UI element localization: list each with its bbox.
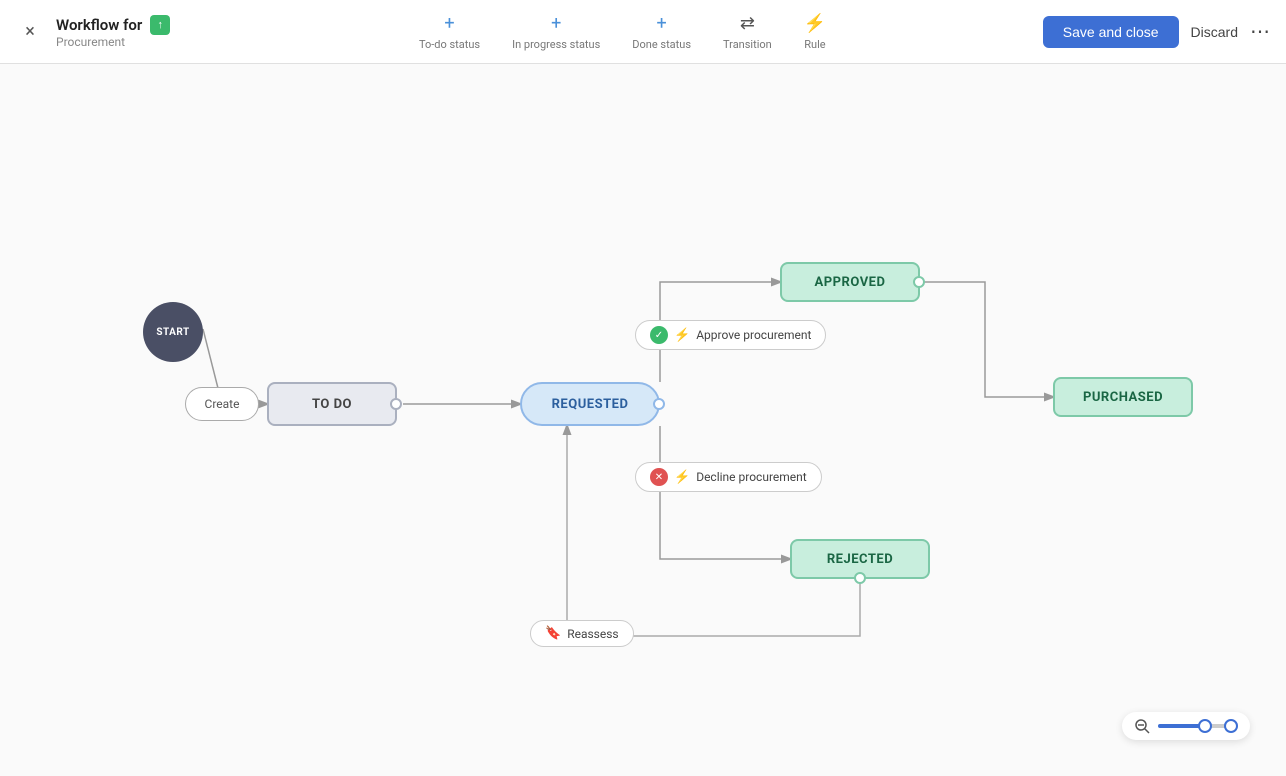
header: × Workflow for ↑ Procurement + To-do sta… xyxy=(0,0,1286,64)
rejected-node[interactable]: REJECTED xyxy=(790,539,930,579)
toolbar-done-status[interactable]: + Done status xyxy=(632,13,691,51)
plus-icon-inprogress: + xyxy=(551,13,561,34)
requested-label: REQUESTED xyxy=(552,397,629,412)
toolbar: + To-do status + In progress status + Do… xyxy=(202,13,1043,51)
zoom-controls xyxy=(1122,712,1250,740)
todo-label: TO DO xyxy=(312,397,352,412)
rejected-connector-dot xyxy=(854,572,866,584)
approve-bolt-icon: ⚡ xyxy=(674,328,690,343)
transition-icon: ⇄ xyxy=(740,13,755,34)
approve-label: Approve procurement xyxy=(696,328,811,342)
workflow-canvas: START Create TO DO REQUESTED APPROVED PU… xyxy=(0,64,1286,776)
reassess-label: Reassess xyxy=(567,627,618,641)
plus-icon-done: + xyxy=(657,13,667,34)
toolbar-inprogress-label: In progress status xyxy=(512,38,600,51)
start-node[interactable]: START xyxy=(143,302,203,362)
reassess-icon: 🔖 xyxy=(545,626,561,641)
rule-icon: ⚡ xyxy=(804,13,826,34)
requested-connector-dot xyxy=(653,398,665,410)
toolbar-rule[interactable]: ⚡ Rule xyxy=(804,13,826,51)
decline-deny-icon: ✕ xyxy=(650,468,668,486)
approved-connector-dot xyxy=(913,276,925,288)
toolbar-todo-status[interactable]: + To-do status xyxy=(419,13,480,51)
toolbar-todo-label: To-do status xyxy=(419,38,480,51)
title-badge: ↑ xyxy=(150,15,170,35)
approved-node[interactable]: APPROVED xyxy=(780,262,920,302)
title-row: Workflow for ↑ xyxy=(56,15,170,35)
toolbar-transition-label: Transition xyxy=(723,38,772,51)
zoom-out-button[interactable] xyxy=(1134,718,1150,734)
app-title: Workflow for xyxy=(56,16,142,34)
title-area: Workflow for ↑ Procurement xyxy=(56,15,170,49)
zoom-out-icon xyxy=(1134,718,1150,734)
requested-node[interactable]: REQUESTED xyxy=(520,382,660,426)
header-actions: Save and close Discard ⋯ xyxy=(1043,16,1270,48)
decline-transition[interactable]: ✕ ⚡ Decline procurement xyxy=(635,462,822,492)
reassess-transition[interactable]: 🔖 Reassess xyxy=(530,620,634,647)
close-button[interactable]: × xyxy=(16,18,44,46)
start-label: START xyxy=(156,327,189,338)
todo-connector-dot xyxy=(390,398,402,410)
purchased-node[interactable]: PURCHASED xyxy=(1053,377,1193,417)
approved-label: APPROVED xyxy=(815,275,886,290)
toolbar-transition[interactable]: ⇄ Transition xyxy=(723,13,772,51)
purchased-label: PURCHASED xyxy=(1083,390,1163,405)
toolbar-inprogress-status[interactable]: + In progress status xyxy=(512,13,600,51)
discard-button[interactable]: Discard xyxy=(1191,24,1238,40)
todo-node[interactable]: TO DO xyxy=(267,382,397,426)
decline-label: Decline procurement xyxy=(696,470,807,484)
rejected-label: REJECTED xyxy=(827,552,893,567)
create-node[interactable]: Create xyxy=(185,387,259,421)
plus-icon-todo: + xyxy=(444,13,454,34)
decline-bolt-icon: ⚡ xyxy=(674,470,690,485)
toolbar-done-label: Done status xyxy=(632,38,691,51)
create-label: Create xyxy=(205,397,240,411)
approve-transition[interactable]: ✓ ⚡ Approve procurement xyxy=(635,320,826,350)
approve-check-icon: ✓ xyxy=(650,326,668,344)
app-subtitle: Procurement xyxy=(56,35,170,49)
zoom-slider[interactable] xyxy=(1158,724,1238,728)
toolbar-rule-label: Rule xyxy=(804,38,825,51)
save-close-button[interactable]: Save and close xyxy=(1043,16,1179,48)
more-options-button[interactable]: ⋯ xyxy=(1250,19,1270,44)
